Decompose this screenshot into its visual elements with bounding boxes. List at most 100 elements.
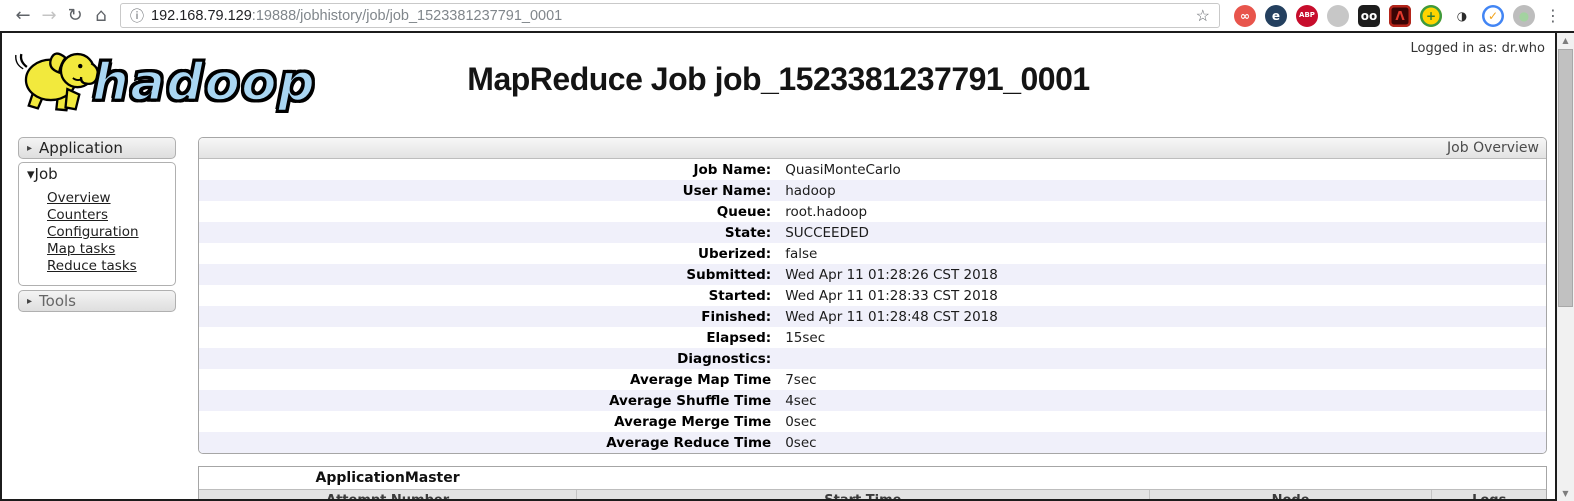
sidebar-job-header[interactable]: ▾ Job	[19, 163, 175, 185]
vertical-scrollbar[interactable]: ▲ ▼	[1557, 33, 1574, 501]
browser-toolbar: ← → ↻ ⌂ ⓘ 192.168.79.129 :19888/jobhisto…	[0, 0, 1574, 33]
bookmark-star-icon[interactable]: ☆	[1196, 6, 1210, 26]
overview-row-label: Finished:	[199, 309, 778, 325]
url-path: :19888/jobhistory/job/job_1523381237791_…	[252, 8, 1188, 24]
overview-row-value: QuasiMonteCarlo	[778, 162, 1546, 178]
overview-row: Finished:Wed Apr 11 01:28:48 CST 2018	[199, 306, 1546, 327]
sidebar-link-reduce-tasks[interactable]: Reduce tasks	[47, 258, 175, 275]
page-info-icon[interactable]: ⓘ	[130, 6, 144, 26]
job-links: OverviewCountersConfigurationMap tasksRe…	[19, 185, 175, 275]
scroll-down-icon[interactable]: ▼	[1557, 486, 1574, 501]
overview-row-value: 0sec	[778, 414, 1546, 430]
application-master-table: ApplicationMaster Attempt NumberStart Ti…	[198, 466, 1547, 501]
overview-row-value: Wed Apr 11 01:28:33 CST 2018	[778, 288, 1546, 304]
sidebar-section-tools[interactable]: ▸ Tools	[18, 290, 176, 312]
sidebar-section-application[interactable]: ▸ Application	[18, 137, 176, 159]
overview-row: Uberized:false	[199, 243, 1546, 264]
overview-row-label: Started:	[199, 288, 778, 304]
overview-row-label: Uberized:	[199, 246, 778, 262]
address-bar[interactable]: ⓘ 192.168.79.129 :19888/jobhistory/job/j…	[120, 3, 1220, 28]
am-table-caption: ApplicationMaster	[199, 470, 576, 486]
job-overview-title: Job Overview	[1447, 140, 1539, 156]
am-column-header-start-time: Start Time	[576, 490, 1148, 501]
am-caption-row: ApplicationMaster	[199, 467, 1546, 489]
overview-row-value: 7sec	[778, 372, 1546, 388]
am-column-header-logs: Logs	[1431, 490, 1545, 501]
adblock-plus-extension-icon[interactable]: ABP	[1296, 5, 1318, 27]
chevron-down-icon: ▾	[27, 165, 35, 183]
sidebar-section-job: ▾ Job OverviewCountersConfigurationMap t…	[18, 162, 176, 286]
am-table-header-row: Attempt NumberStart TimeNodeLogs	[199, 489, 1546, 501]
page-header: hadoop MapReduce Job job_1523381237791_0…	[2, 33, 1555, 137]
overview-row: Average Map Time7sec	[199, 369, 1546, 390]
blue-check-extension-icon[interactable]: ✓	[1482, 5, 1504, 27]
forward-icon[interactable]: →	[36, 7, 62, 25]
overview-row: User Name:hadoop	[199, 180, 1546, 201]
overview-row-label: Submitted:	[199, 267, 778, 283]
scrollbar-thumb[interactable]	[1558, 49, 1573, 307]
overview-row: Average Reduce Time0sec	[199, 432, 1546, 453]
am-column-header-node: Node	[1149, 490, 1432, 501]
overview-row: Job Name:QuasiMonteCarlo	[199, 159, 1546, 180]
browser-viewport: hadoop MapReduce Job job_1523381237791_0…	[0, 33, 1574, 501]
overview-row-label: User Name:	[199, 183, 778, 199]
overview-row: Average Shuffle Time4sec	[199, 390, 1546, 411]
sidebar-link-counters[interactable]: Counters	[47, 207, 175, 224]
am-column-header-attempt-number: Attempt Number	[199, 490, 576, 501]
overview-row-value: SUCCEEDED	[778, 225, 1546, 241]
infinity-extension-icon[interactable]: ∞	[1234, 5, 1256, 27]
hadoop-jobhistory-page: hadoop MapReduce Job job_1523381237791_0…	[0, 33, 1557, 501]
reload-icon[interactable]: ↻	[62, 7, 88, 25]
binoculars-extension-icon[interactable]: oo	[1358, 5, 1380, 27]
sidebar-tools-label: Tools	[39, 292, 76, 310]
overview-row-label: Average Shuffle Time	[199, 393, 778, 409]
chevron-right-icon: ▸	[27, 296, 32, 307]
job-overview-header: Job Overview	[199, 138, 1546, 159]
overview-row-label: Diagnostics:	[199, 351, 778, 367]
browser-menu-icon[interactable]: ⋮	[1545, 6, 1561, 25]
url-host: 192.168.79.129	[151, 8, 252, 24]
extensions-row: ∞ e ABP oo Λ + ◑ ✓ ●	[1234, 5, 1535, 27]
sidebar-job-label: Job	[35, 165, 58, 183]
overview-row-value: false	[778, 246, 1546, 262]
overview-row-label: Average Reduce Time	[199, 435, 778, 451]
overview-row-value: root.hadoop	[778, 204, 1546, 220]
back-icon[interactable]: ←	[10, 7, 36, 25]
hadoop-logo-text: hadoop	[92, 43, 316, 113]
content-row: ▸ Application ▾ Job OverviewCountersConf…	[2, 137, 1555, 501]
overview-row-label: Queue:	[199, 204, 778, 220]
overview-rows: Job Name:QuasiMonteCarloUser Name:hadoop…	[199, 159, 1546, 453]
sidebar-link-overview[interactable]: Overview	[47, 190, 175, 207]
main-content: Job Overview Job Name:QuasiMonteCarloUse…	[198, 137, 1547, 501]
overview-row-label: Elapsed:	[199, 330, 778, 346]
sidebar-nav: ▸ Application ▾ Job OverviewCountersConf…	[2, 137, 198, 315]
sidebar-link-configuration[interactable]: Configuration	[47, 224, 175, 241]
scroll-up-icon[interactable]: ▲	[1557, 33, 1574, 48]
green-plus-extension-icon[interactable]: +	[1420, 5, 1442, 27]
logged-in-status: Logged in as: dr.who	[1411, 41, 1545, 56]
overview-row: Average Merge Time0sec	[199, 411, 1546, 432]
overview-row-label: Job Name:	[199, 162, 778, 178]
green-dot-extension-icon[interactable]: ●	[1513, 5, 1535, 27]
overview-row-label: Average Map Time	[199, 372, 778, 388]
job-overview-widget: Job Overview Job Name:QuasiMonteCarloUse…	[198, 137, 1547, 454]
home-icon[interactable]: ⌂	[88, 7, 114, 25]
edge-extension-icon[interactable]: e	[1265, 5, 1287, 27]
overview-row-value: 0sec	[778, 435, 1546, 451]
overview-row: Diagnostics:	[199, 348, 1546, 369]
overview-row-label: Average Merge Time	[199, 414, 778, 430]
overview-row-label: State:	[199, 225, 778, 241]
overview-row: Queue:root.hadoop	[199, 201, 1546, 222]
cat-extension-icon[interactable]: ◑	[1451, 5, 1473, 27]
overview-row-value: 15sec	[778, 330, 1546, 346]
acrobat-extension-icon[interactable]: Λ	[1389, 5, 1411, 27]
overview-row-value: hadoop	[778, 183, 1546, 199]
chevron-right-icon: ▸	[27, 143, 32, 154]
overview-row: Elapsed:15sec	[199, 327, 1546, 348]
hadoop-logo: hadoop	[14, 41, 316, 115]
sidebar-link-map-tasks[interactable]: Map tasks	[47, 241, 175, 258]
sidebar-application-label: Application	[39, 139, 123, 157]
sphere-extension-icon[interactable]	[1327, 5, 1349, 27]
overview-row: Started:Wed Apr 11 01:28:33 CST 2018	[199, 285, 1546, 306]
overview-row-value: Wed Apr 11 01:28:48 CST 2018	[778, 309, 1546, 325]
